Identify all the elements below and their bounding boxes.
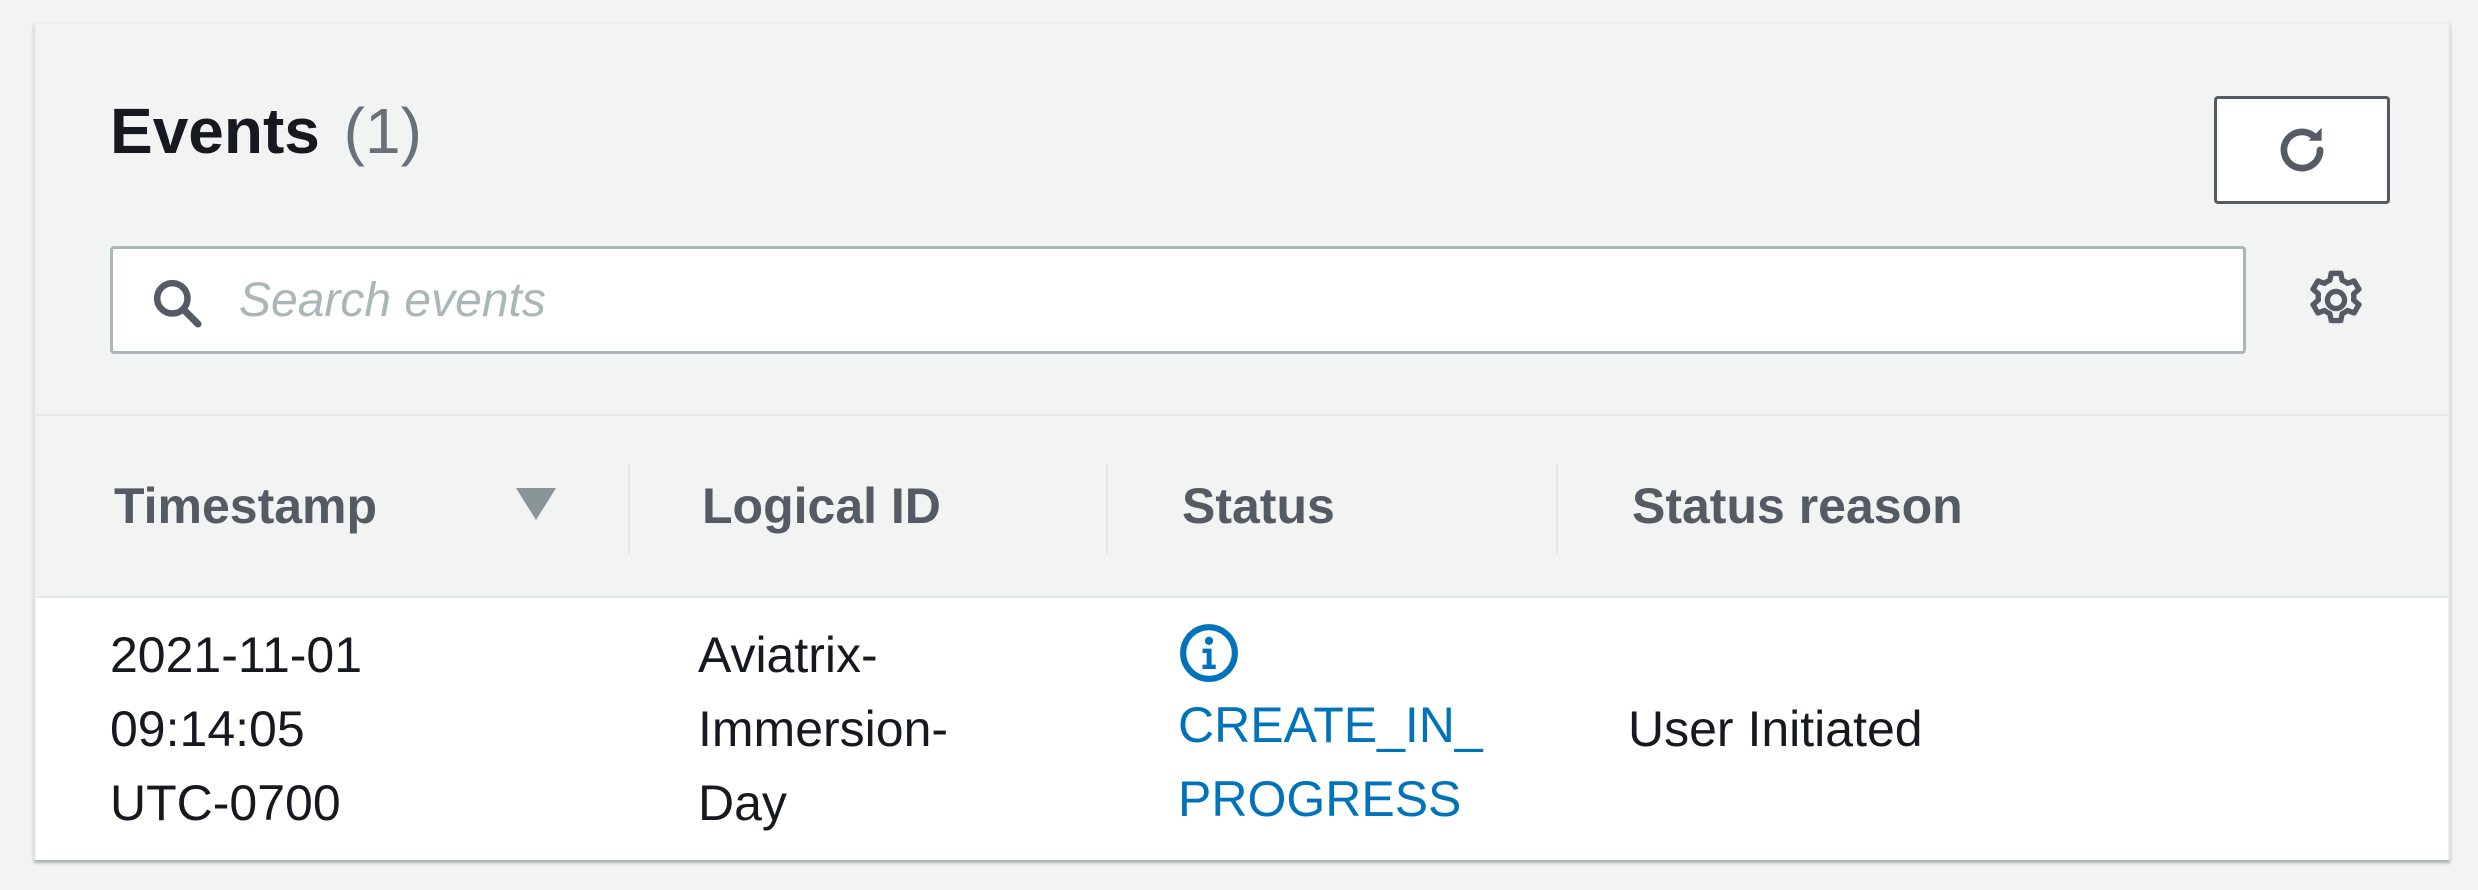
events-panel: Events (1) Timestamp (34, 22, 2450, 860)
column-divider[interactable] (628, 464, 630, 554)
table-header: Timestamp Logical ID Status Status reaso… (36, 416, 2448, 598)
refresh-icon (2280, 127, 2324, 172)
event-count: (1) (343, 95, 422, 167)
panel-header: Events (1) (36, 24, 2448, 416)
logical-id-part: Aviatrix- (698, 627, 878, 683)
timestamp-cell: 2021-11-01 09:14:05 UTC-0700 (110, 598, 362, 860)
refresh-button[interactable] (2214, 96, 2390, 204)
gear-icon[interactable] (2304, 268, 2368, 332)
status-link[interactable]: CREATE_IN_ PROGRESS (1178, 688, 1483, 836)
status-reason-cell: User Initiated (1628, 598, 1923, 860)
status-text-line: PROGRESS (1178, 771, 1462, 827)
search-input[interactable] (239, 249, 2219, 351)
logical-id-cell: Aviatrix- Immersion- Day (698, 598, 948, 860)
column-header-status[interactable]: Status (1182, 416, 1335, 596)
logical-id-part: Day (698, 775, 787, 831)
status-reason-text: User Initiated (1628, 701, 1923, 757)
timestamp-zone: UTC-0700 (110, 775, 341, 831)
table-row: 2021-11-01 09:14:05 UTC-0700 Aviatrix- I… (36, 598, 2448, 860)
timestamp-time: 09:14:05 (110, 701, 305, 757)
search-icon (153, 279, 202, 328)
column-header-logical-id[interactable]: Logical ID (702, 416, 941, 596)
logical-id-part: Immersion- (698, 701, 949, 757)
sort-descending-icon[interactable] (514, 486, 558, 522)
column-header-status-reason[interactable]: Status reason (1632, 416, 1963, 596)
column-divider[interactable] (1556, 464, 1558, 554)
info-icon (1180, 624, 1238, 682)
status-cell: CREATE_IN_ PROGRESS (1178, 598, 1483, 860)
title-text: Events (110, 95, 320, 167)
page-title: Events (1) (110, 94, 422, 168)
column-header-timestamp[interactable]: Timestamp (114, 416, 377, 596)
search-box[interactable] (110, 246, 2246, 354)
timestamp-date: 2021-11-01 (110, 627, 363, 683)
status-text-line: CREATE_IN_ (1178, 697, 1483, 753)
column-divider[interactable] (1106, 464, 1108, 554)
